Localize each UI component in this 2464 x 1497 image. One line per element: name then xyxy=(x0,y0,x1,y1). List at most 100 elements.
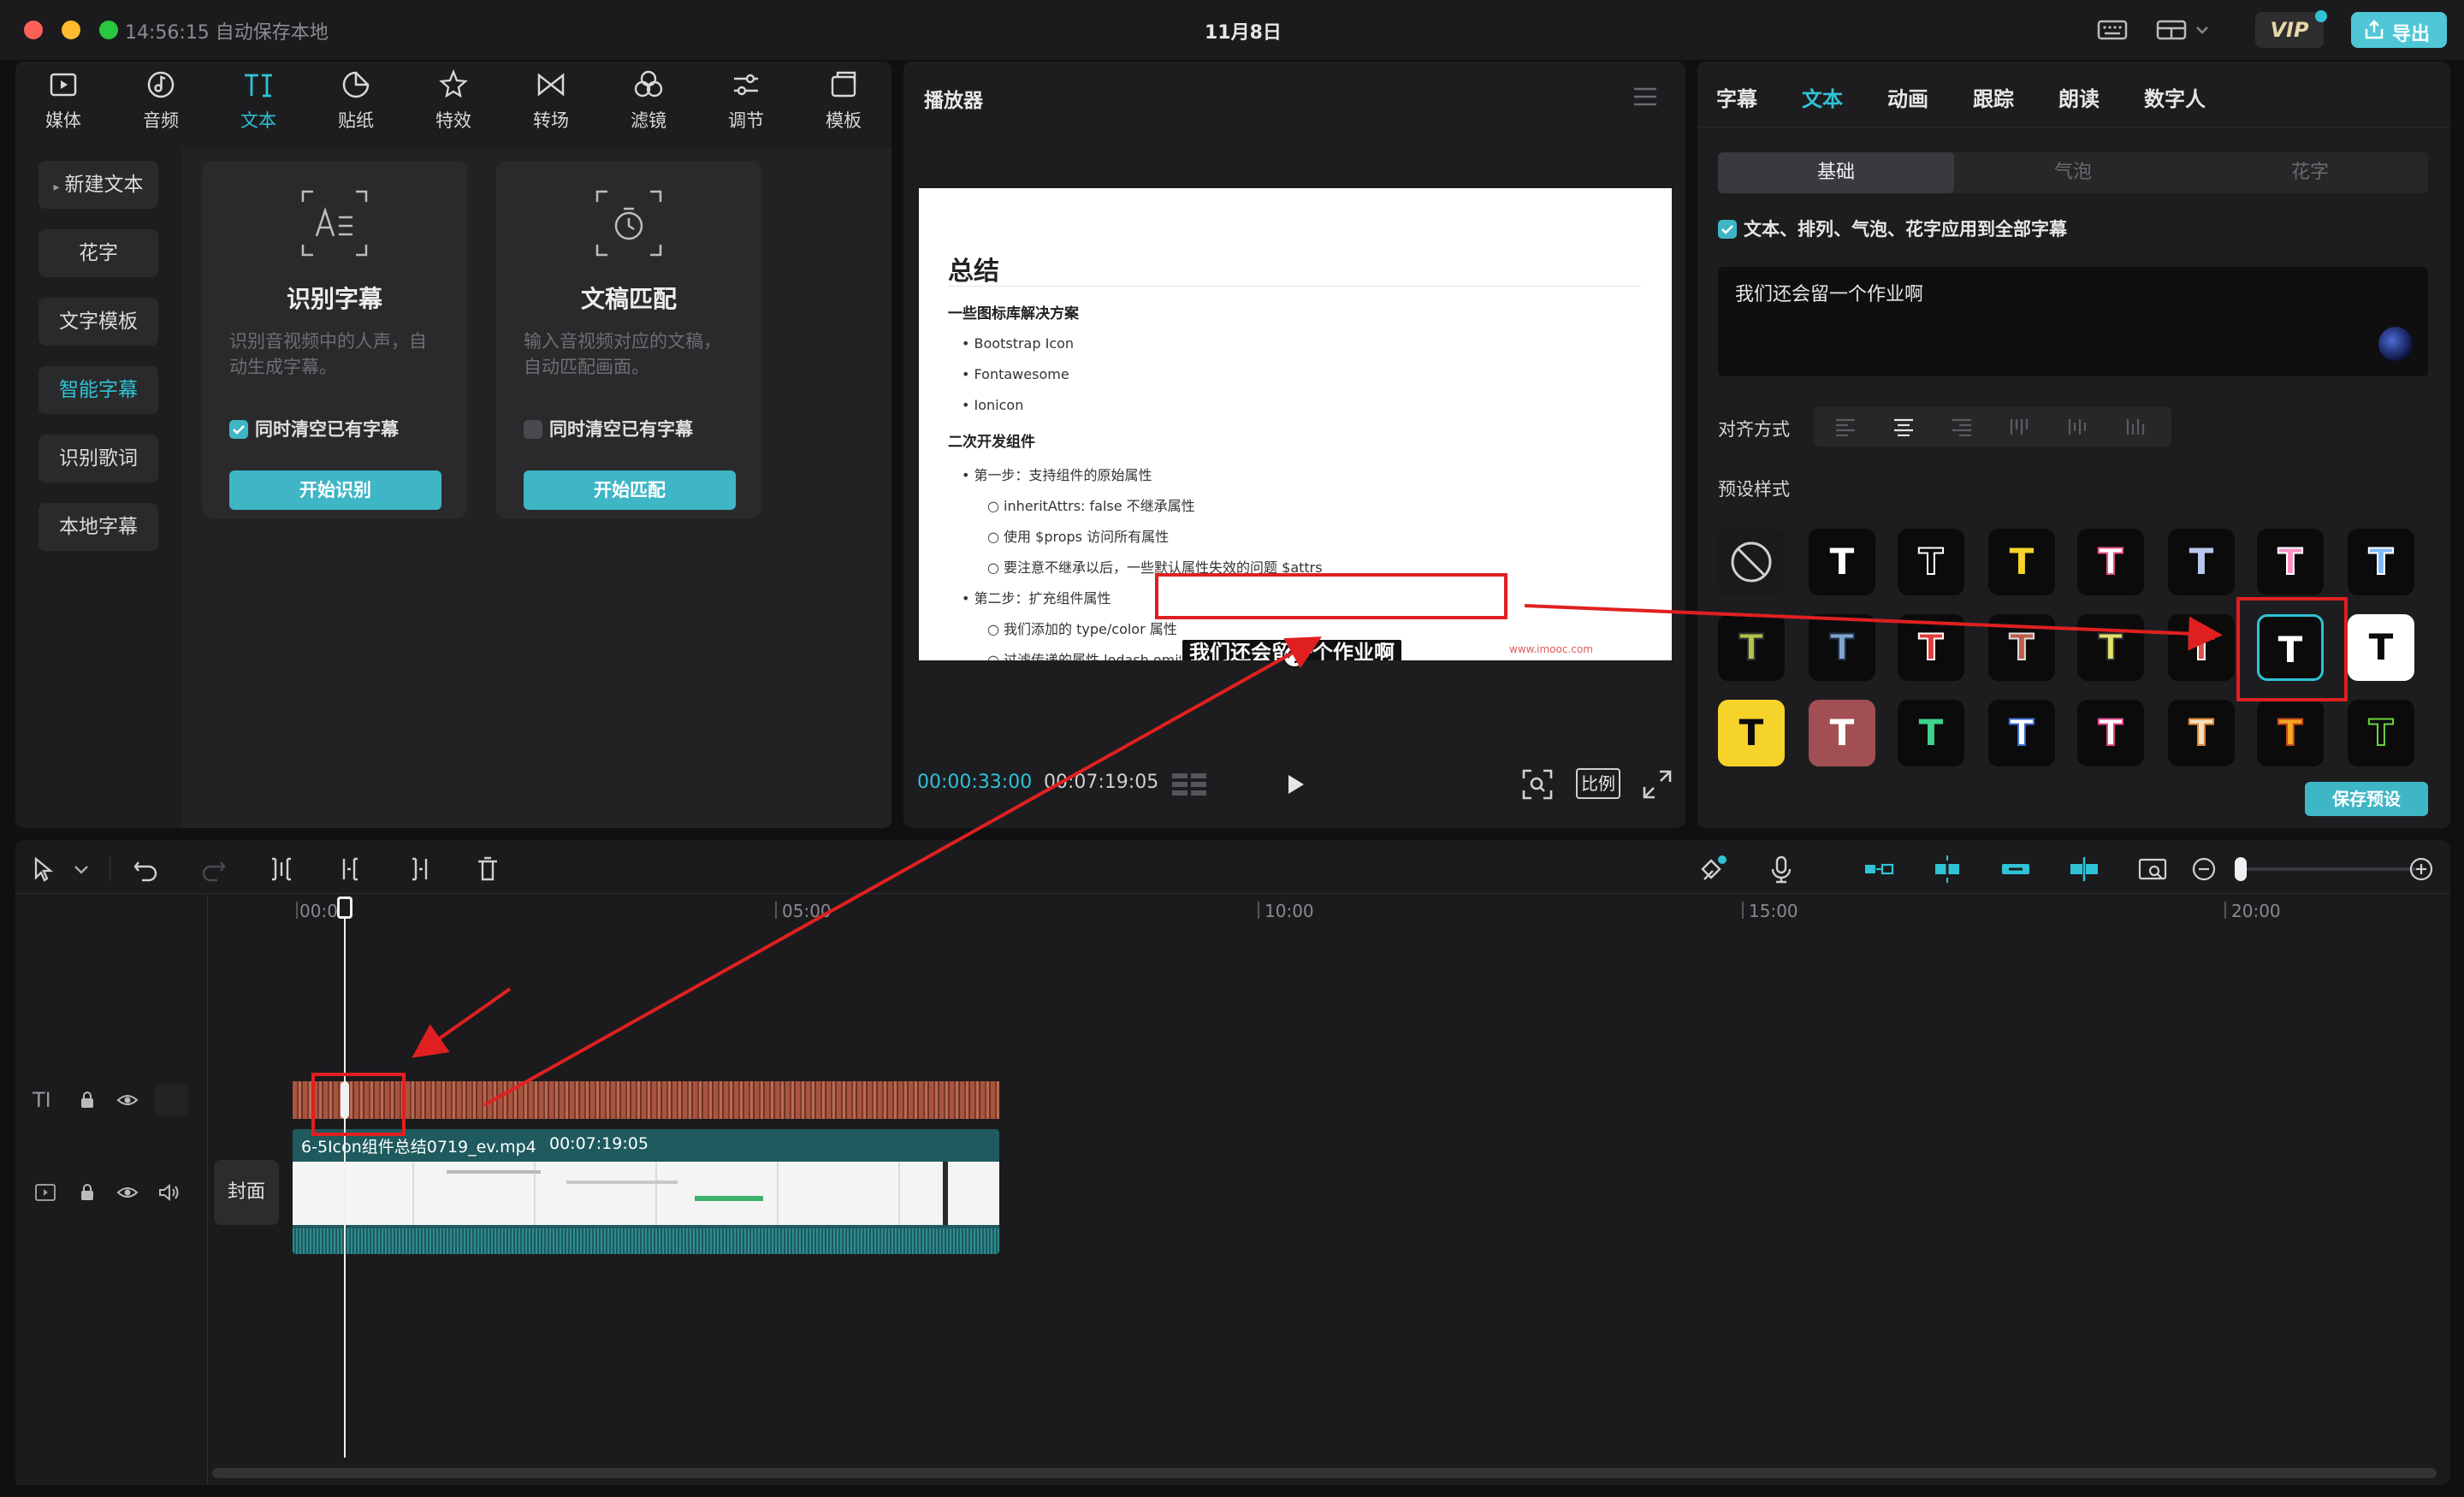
subtab-basic[interactable]: 基础 xyxy=(1718,152,1954,193)
clear-captions-checkbox[interactable]: 同时清空已有字幕 xyxy=(524,416,693,441)
sidebar-item-text-template[interactable]: 文字模板 xyxy=(38,298,158,346)
fullscreen-icon[interactable] xyxy=(1641,768,1673,801)
sidebar-item-fancy-text[interactable]: 花字 xyxy=(38,229,158,277)
align-center-icon[interactable] xyxy=(1892,417,1915,436)
caption-text-input[interactable]: 我们还会留一个作业啊 xyxy=(1718,267,2428,376)
preset-black-on-white[interactable]: T xyxy=(2348,614,2414,681)
chevron-down-icon[interactable] xyxy=(65,852,99,886)
ai-assistant-icon[interactable] xyxy=(2378,327,2413,361)
zoom-slider-thumb[interactable] xyxy=(2235,857,2247,881)
preset-red-white[interactable]: T xyxy=(1898,614,1964,681)
sidebar-item-new-text[interactable]: ▸ 新建文本 xyxy=(38,161,158,209)
delete-icon[interactable] xyxy=(471,852,505,886)
sidebar-item-lyrics[interactable]: 识别歌词 xyxy=(38,435,158,482)
subtab-fancy[interactable]: 花字 xyxy=(2192,152,2428,193)
preset-steel-blue[interactable]: T xyxy=(1809,614,1875,681)
preset-orange[interactable]: T xyxy=(2257,700,2324,766)
cover-button[interactable]: 封面 xyxy=(214,1160,279,1225)
align-right-icon[interactable] xyxy=(1951,417,1973,436)
zoom-in-icon[interactable] xyxy=(2404,852,2438,886)
subtitle-clip-marker[interactable] xyxy=(341,1081,349,1119)
playhead-handle[interactable] xyxy=(337,896,352,919)
timeline-scrollbar[interactable] xyxy=(212,1468,2437,1478)
sidebar-item-local-caption[interactable]: 本地字幕 xyxy=(38,503,158,551)
linkage-icon[interactable] xyxy=(1999,852,2033,886)
fit-timeline-icon[interactable] xyxy=(2135,852,2170,886)
align-vertical-top-icon[interactable] xyxy=(2009,417,2031,436)
tab-text[interactable]: 文本 xyxy=(1802,82,1843,112)
toolbar-audio[interactable]: 音频 xyxy=(113,65,209,137)
minimize-window-button[interactable] xyxy=(62,21,80,39)
toolbar-media[interactable]: 媒体 xyxy=(15,65,111,137)
split-icon[interactable] xyxy=(265,852,299,886)
subtitle-track-clip[interactable] xyxy=(293,1081,999,1119)
lock-icon[interactable] xyxy=(77,1090,98,1110)
sidebar-item-smart-caption[interactable]: 智能字幕 xyxy=(38,366,158,414)
toolbar-text[interactable]: 文本 xyxy=(210,65,306,137)
preset-cream-orange[interactable]: T xyxy=(2168,700,2235,766)
align-vertical-middle-icon[interactable] xyxy=(2067,417,2089,436)
export-button[interactable]: 导出 xyxy=(2351,12,2447,48)
eye-icon[interactable] xyxy=(116,1090,139,1110)
close-window-button[interactable] xyxy=(24,21,43,39)
redo-icon[interactable] xyxy=(197,852,231,886)
start-match-button[interactable]: 开始匹配 xyxy=(524,470,736,510)
auto-snap-icon[interactable] xyxy=(1930,852,1964,886)
align-left-icon[interactable] xyxy=(1834,417,1857,436)
layout-icon[interactable] xyxy=(2156,17,2216,43)
preset-pink[interactable]: T xyxy=(2257,529,2324,595)
preset-pink-outline[interactable]: T xyxy=(2077,529,2144,595)
preview-axis-icon[interactable] xyxy=(2067,852,2101,886)
eye-icon[interactable] xyxy=(116,1182,139,1203)
preset-white-magenta[interactable]: T xyxy=(2077,700,2144,766)
vip-badge[interactable]: VIP xyxy=(2255,12,2324,48)
microphone-icon[interactable] xyxy=(1764,852,1798,886)
preset-white-on-maroon[interactable]: T xyxy=(1809,700,1875,766)
clear-captions-checkbox[interactable]: 同时清空已有字幕 xyxy=(229,416,399,441)
lock-icon[interactable] xyxy=(77,1182,98,1203)
subtab-bubble[interactable]: 气泡 xyxy=(1954,152,2192,193)
maximize-window-button[interactable] xyxy=(99,21,118,39)
preset-green[interactable]: T xyxy=(1898,700,1964,766)
preset-black-on-yellow[interactable]: T xyxy=(1718,700,1785,766)
preset-outline[interactable]: T xyxy=(1898,529,1964,595)
start-recognize-button[interactable]: 开始识别 xyxy=(229,470,441,510)
toolbar-adjust[interactable]: 调节 xyxy=(698,65,794,137)
zoom-out-icon[interactable] xyxy=(2187,852,2221,886)
preset-olive[interactable]: T xyxy=(1718,614,1785,681)
preset-none[interactable] xyxy=(1718,529,1785,595)
preset-light-blue[interactable]: T xyxy=(2168,529,2235,595)
select-tool-icon[interactable] xyxy=(26,852,60,886)
fit-view-icon[interactable] xyxy=(1521,768,1554,801)
trim-left-icon[interactable] xyxy=(334,852,368,886)
waveform-grid-icon[interactable] xyxy=(1170,770,1208,799)
zoom-slider-track[interactable] xyxy=(2236,867,2416,871)
player-menu-icon[interactable] xyxy=(1632,86,1658,108)
toolbar-template[interactable]: 模板 xyxy=(796,65,891,137)
toolbar-sticker[interactable]: 贴纸 xyxy=(308,65,404,137)
video-preview[interactable]: 总结 一些图标库解决方案 • Bootstrap Icon • Fontawes… xyxy=(919,188,1672,660)
tab-read-aloud[interactable]: 朗读 xyxy=(2058,82,2100,112)
tab-caption[interactable]: 字幕 xyxy=(1716,82,1757,112)
preset-coral[interactable]: T xyxy=(2168,614,2235,681)
preset-blue[interactable]: T xyxy=(2348,529,2414,595)
smart-keyframe-icon[interactable] xyxy=(1696,852,1730,886)
tab-digital-human[interactable]: 数字人 xyxy=(2144,82,2206,112)
rotate-handle-icon[interactable] xyxy=(1280,642,1309,671)
undo-icon[interactable] xyxy=(128,852,163,886)
toolbar-transition[interactable]: 转场 xyxy=(503,65,599,137)
preset-neon-green[interactable]: T xyxy=(2348,700,2414,766)
preset-lemon[interactable]: T xyxy=(2077,614,2144,681)
save-preset-button[interactable]: 保存预设 xyxy=(2305,782,2428,816)
preset-selected-cyan-border[interactable]: T xyxy=(2257,614,2324,681)
apply-all-checkbox[interactable]: 文本、排列、气泡、花字应用到全部字幕 xyxy=(1718,216,2067,241)
preset-white[interactable]: T xyxy=(1809,529,1875,595)
speaker-icon[interactable] xyxy=(157,1182,180,1203)
align-vertical-bottom-icon[interactable] xyxy=(2125,417,2147,436)
ratio-button[interactable]: 比例 xyxy=(1576,768,1620,799)
video-track-clip[interactable]: 6-5Icon组件总结0719_ev.mp4 00:07:19:05 xyxy=(293,1129,999,1254)
toolbar-filter[interactable]: 滤镜 xyxy=(601,65,696,137)
keyboard-icon[interactable] xyxy=(2096,17,2130,43)
preset-brick[interactable]: T xyxy=(1988,614,2055,681)
tab-tracking[interactable]: 跟踪 xyxy=(1973,82,2014,112)
